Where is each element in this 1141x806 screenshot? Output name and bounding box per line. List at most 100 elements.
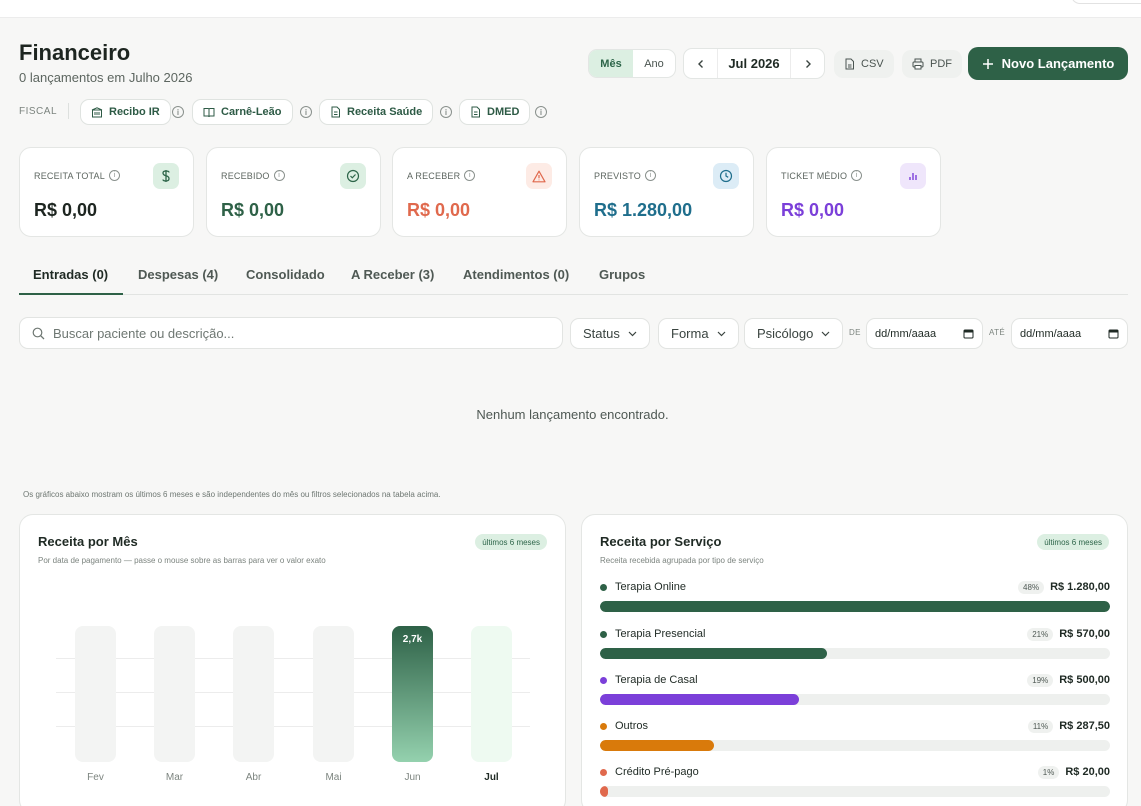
bar-track <box>471 626 512 762</box>
service-name: Crédito Pré-pago <box>615 766 699 778</box>
period-year-button[interactable]: Ano <box>633 50 675 77</box>
chip-label: DMED <box>487 106 520 118</box>
kpi-card-a-receber: A RECEBER i R$ 0,00 <box>392 147 567 237</box>
x-tick-label: Jul <box>484 772 499 783</box>
info-icon[interactable]: i <box>535 106 547 118</box>
service-row: Terapia Online 48% R$ 1.280,00 <box>600 579 1110 595</box>
service-bar[interactable] <box>600 648 827 659</box>
chevron-left-icon <box>697 59 703 68</box>
top-bar-control[interactable] <box>1071 0 1141 4</box>
fiscal-chip-carne-leao[interactable]: Carnê-Leão <box>192 99 293 125</box>
tab-consolidado[interactable]: Consolidado <box>246 267 325 282</box>
service-row: Terapia Presencial 21% R$ 570,00 <box>600 626 1110 642</box>
clock-icon <box>713 163 739 189</box>
info-icon[interactable]: i <box>108 170 120 181</box>
service-bar[interactable] <box>600 694 800 705</box>
bar-track <box>154 626 195 762</box>
tab-atendimentos[interactable]: Atendimentos (0) <box>463 267 569 282</box>
service-percent: 48% <box>1018 580 1045 594</box>
panel-title: Receita por Mês <box>38 534 138 549</box>
page-subtitle: 0 lançamentos em Julho 2026 <box>19 70 193 85</box>
tab-bar: Entradas (0) Despesas (4) Consolidado A … <box>19 258 1128 295</box>
service-item: Terapia Presencial 21% R$ 570,00 <box>600 626 1110 659</box>
service-item: Terapia Online 48% R$ 1.280,00 <box>600 579 1110 612</box>
service-percent: 21% <box>1027 627 1054 641</box>
info-icon[interactable]: i <box>300 106 312 118</box>
fiscal-chip-recibo-ir[interactable]: Recibo IR <box>80 99 171 125</box>
date-from-value: dd/mm/aaaa <box>875 327 937 340</box>
chip-label: Recibo IR <box>109 106 160 118</box>
fiscal-chip-receita-saude[interactable]: Receita Saúde <box>319 99 434 125</box>
service-amount: R$ 500,00 <box>1059 674 1110 686</box>
service-percent: 19% <box>1027 673 1054 687</box>
gridline <box>56 658 530 659</box>
kpi-label: TICKET MÉDIO <box>781 170 848 181</box>
panel-subtitle: Receita recebida agrupada por tipo de se… <box>600 556 764 565</box>
legend-dot <box>600 676 607 684</box>
search-input[interactable] <box>53 325 533 341</box>
legend-dot <box>600 722 607 730</box>
service-bar-track <box>600 786 1110 797</box>
export-pdf-button[interactable]: PDF <box>902 50 962 78</box>
tab-despesas[interactable]: Despesas (4) <box>138 267 218 282</box>
building-icon <box>91 106 103 117</box>
date-from-input[interactable]: dd/mm/aaaa <box>866 318 983 349</box>
chevron-right-icon <box>805 59 811 68</box>
service-percent: 1% <box>1037 765 1060 779</box>
tab-grupos[interactable]: Grupos <box>599 267 645 282</box>
prev-month-button[interactable] <box>684 49 717 78</box>
info-icon[interactable]: i <box>273 170 285 181</box>
service-name-wrap: Terapia Presencial <box>600 628 706 640</box>
date-to-value: dd/mm/aaaa <box>1020 327 1082 340</box>
tab-a-receber[interactable]: A Receber (3) <box>351 267 434 282</box>
csv-label: CSV <box>861 58 884 70</box>
page-title: Financeiro <box>19 40 131 65</box>
info-icon[interactable]: i <box>851 170 863 181</box>
date-to-label: ATÉ <box>989 328 1006 337</box>
info-icon[interactable]: i <box>644 170 656 181</box>
info-icon[interactable]: i <box>440 106 452 118</box>
fiscal-chip-dmed[interactable]: DMED <box>459 99 531 125</box>
new-entry-label: Novo Lançamento <box>1001 56 1115 71</box>
bar-value-label: 2,7k <box>402 634 423 645</box>
chip-label: Carnê-Leão <box>221 106 282 118</box>
status-filter[interactable]: Status <box>570 318 650 349</box>
file-icon <box>845 58 854 70</box>
info-icon[interactable]: i <box>172 106 184 118</box>
kpi-card-previsto: PREVISTO i R$ 1.280,00 <box>579 147 754 237</box>
month-navigator: Jul 2026 <box>683 48 825 79</box>
file-icon <box>331 106 340 118</box>
next-month-button[interactable] <box>791 49 824 78</box>
service-item: Outros 11% R$ 287,50 <box>600 718 1110 751</box>
calendar-icon <box>963 329 974 339</box>
legend-dot <box>600 583 607 591</box>
service-bar-track <box>600 694 1110 705</box>
service-bar[interactable] <box>600 740 715 751</box>
legend-dot <box>600 768 607 776</box>
kpi-value: R$ 0,00 <box>781 200 845 220</box>
forma-filter[interactable]: Forma <box>658 318 739 349</box>
bar[interactable] <box>392 626 433 762</box>
empty-message: Nenhum lançamento encontrado. <box>476 407 669 422</box>
empty-state: Nenhum lançamento encontrado. <box>0 407 1141 422</box>
status-filter-label: Status <box>583 326 620 341</box>
pdf-label: PDF <box>930 58 952 70</box>
new-entry-button[interactable]: Novo Lançamento <box>968 47 1128 80</box>
service-bar[interactable] <box>600 786 609 797</box>
plus-icon <box>982 58 993 69</box>
kpi-value: R$ 1.280,00 <box>594 200 693 220</box>
kpi-label-wrap: TICKET MÉDIO i <box>781 170 863 181</box>
info-icon[interactable]: i <box>464 170 476 181</box>
period-month-button[interactable]: Mês <box>589 50 633 77</box>
kpi-label: RECEBIDO <box>221 170 270 181</box>
revenue-by-month-panel: Receita por Mês Por data de pagamento — … <box>19 514 566 806</box>
book-icon <box>203 107 215 117</box>
date-to-input[interactable]: dd/mm/aaaa <box>1011 318 1128 349</box>
top-bar <box>0 0 1141 18</box>
bar-chart-icon <box>900 163 926 189</box>
psicologo-filter[interactable]: Psicólogo <box>744 318 844 349</box>
service-bar[interactable] <box>600 601 1110 612</box>
export-csv-button[interactable]: CSV <box>834 50 894 78</box>
service-values: 1% R$ 20,00 <box>1037 765 1110 779</box>
tab-entradas[interactable]: Entradas (0) <box>33 267 108 282</box>
